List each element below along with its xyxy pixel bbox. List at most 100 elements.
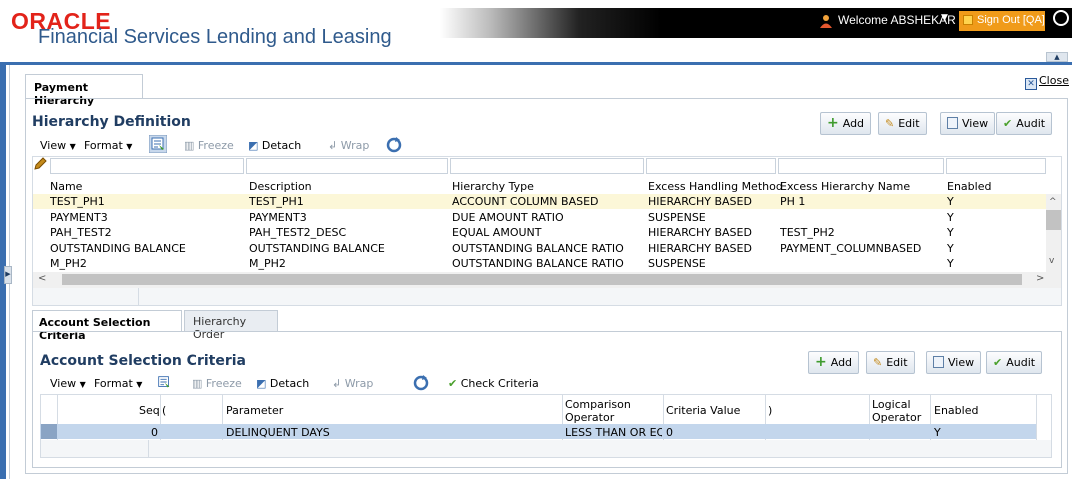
cell-enabled[interactable]: Y <box>947 211 1045 224</box>
row-selector[interactable] <box>41 424 57 439</box>
tab-hierarchy-order[interactable]: Hierarchy Order <box>184 310 278 341</box>
criteria-freeze-button[interactable]: ▥ Freeze <box>192 377 242 390</box>
cell-excess-hierarchy[interactable]: PH 1 <box>780 195 946 208</box>
sign-out-button[interactable]: Sign Out [QA] <box>959 11 1045 31</box>
column-header-excess-handling[interactable]: Excess Handling Method <box>648 180 783 193</box>
close-button[interactable]: ✕ Close <box>1025 74 1069 90</box>
scroll-left-icon[interactable]: < <box>38 273 46 284</box>
pencil-icon <box>34 157 47 170</box>
column-header-open-paren[interactable]: ( <box>162 404 166 417</box>
column-header-enabled[interactable]: Enabled <box>947 180 991 193</box>
cell-parameter[interactable]: DELINQUENT DAYS <box>226 426 560 439</box>
refresh-icon[interactable] <box>412 374 430 392</box>
refresh-icon[interactable] <box>385 136 403 154</box>
user-icon <box>820 15 832 28</box>
cell-enabled[interactable]: Y <box>947 195 1045 208</box>
cell-excess-handling[interactable]: HIERARCHY BASED <box>648 195 778 208</box>
criteria-add-button[interactable]: + Add <box>808 351 860 374</box>
column-divider <box>1036 395 1037 440</box>
vertical-scroll-thumb[interactable] <box>1046 210 1061 230</box>
tab-account-selection-criteria[interactable]: Account Selection Criteria <box>32 310 182 342</box>
cell-excess-handling[interactable]: SUSPENSE <box>648 257 778 270</box>
column-header-excess-hierarchy[interactable]: Excess Hierarchy Name <box>780 180 910 193</box>
column-header-comparison-operator[interactable]: Comparison Operator <box>565 398 661 424</box>
add-button[interactable]: + Add <box>820 112 872 135</box>
cell-name[interactable]: OUTSTANDING BALANCE <box>50 242 246 255</box>
column-header-logical-operator[interactable]: Logical Operator <box>872 398 928 424</box>
column-header-seq[interactable]: Seq <box>139 404 160 417</box>
cell-name[interactable]: PAH_TEST2 <box>50 226 246 239</box>
horizontal-scroll-thumb[interactable] <box>62 274 1022 285</box>
cell-excess-handling[interactable]: SUSPENSE <box>648 211 778 224</box>
column-header-description[interactable]: Description <box>249 180 312 193</box>
cell-enabled[interactable]: Y <box>947 226 1045 239</box>
welcome-user-menu[interactable]: Welcome ABSHEKAR <box>838 13 956 27</box>
cell-name[interactable]: M_PH2 <box>50 257 246 270</box>
cell-enabled[interactable]: Y <box>947 242 1045 255</box>
cell-excess-handling[interactable]: HIERARCHY BASED <box>648 226 778 239</box>
view-menu[interactable]: View ▼ <box>40 139 76 152</box>
expand-panel-handle[interactable]: ▶ <box>4 266 12 284</box>
cell-description[interactable]: TEST_PH1 <box>249 195 449 208</box>
cell-description[interactable]: PAH_TEST2_DESC <box>249 226 449 239</box>
criteria-audit-button[interactable]: ✔ Audit <box>986 351 1043 374</box>
add-icon: + <box>815 354 827 370</box>
cell-excess-hierarchy[interactable]: PAYMENT_COLUMNBASED <box>780 242 946 255</box>
column-header-close-paren[interactable]: ) <box>768 404 772 417</box>
checkmark-icon: ✔ <box>1003 117 1013 130</box>
cell-hierarchy-type[interactable]: ACCOUNT COLUMN BASED <box>452 195 646 208</box>
format-menu[interactable]: Format ▼ <box>84 139 132 152</box>
column-header-parameter[interactable]: Parameter <box>226 404 283 417</box>
audit-button[interactable]: ✔ Audit <box>996 112 1053 135</box>
cell-hierarchy-type[interactable]: OUTSTANDING BALANCE RATIO <box>452 242 646 255</box>
cell-hierarchy-type[interactable]: EQUAL AMOUNT <box>452 226 646 239</box>
cell-seq[interactable]: 0 <box>60 426 158 439</box>
cell-description[interactable]: PAYMENT3 <box>249 211 449 224</box>
detach-label: Detach <box>269 377 310 390</box>
cell-hierarchy-type[interactable]: DUE AMOUNT RATIO <box>452 211 646 224</box>
filter-enabled[interactable] <box>946 158 1046 174</box>
filter-description[interactable] <box>246 158 448 174</box>
cell-description[interactable]: M_PH2 <box>249 257 449 270</box>
wrap-icon: ↲ <box>332 377 342 390</box>
criteria-format-menu[interactable]: Format ▼ <box>94 377 142 390</box>
scroll-down-icon[interactable]: v <box>1049 256 1054 266</box>
column-header-criteria-value[interactable]: Criteria Value <box>666 404 740 417</box>
criteria-detach-button[interactable]: ◩ Detach <box>256 377 309 390</box>
check-criteria-button[interactable]: ✔ Check Criteria <box>448 377 539 390</box>
scroll-up-icon[interactable]: ^ <box>1049 197 1057 207</box>
filter-name[interactable] <box>50 158 244 174</box>
view-button[interactable]: View <box>940 112 996 135</box>
cell-excess-handling[interactable]: HIERARCHY BASED <box>648 242 778 255</box>
criteria-edit-button[interactable]: ✎ Edit <box>866 351 915 374</box>
filter-excess-hierarchy[interactable] <box>778 158 944 174</box>
cell-excess-hierarchy[interactable]: TEST_PH2 <box>780 226 946 239</box>
query-by-example-icon[interactable] <box>149 135 167 153</box>
edit-button[interactable]: ✎ Edit <box>878 112 927 135</box>
detach-button[interactable]: ◩ Detach <box>248 139 301 152</box>
wrap-label: Wrap <box>344 377 374 390</box>
cell-criteria-value[interactable]: 0 <box>666 426 762 439</box>
filter-hierarchy-type[interactable] <box>450 158 644 174</box>
wrap-button[interactable]: ↲ Wrap <box>328 139 369 152</box>
cell-comparison-operator[interactable]: LESS THAN OR EQ... <box>565 426 662 439</box>
scroll-right-icon[interactable]: > <box>1036 273 1044 284</box>
column-header-hierarchy-type[interactable]: Hierarchy Type <box>452 180 534 193</box>
column-header-enabled[interactable]: Enabled <box>934 404 978 417</box>
query-by-example-icon[interactable] <box>156 374 172 390</box>
criteria-view-button[interactable]: View <box>926 351 982 374</box>
chevron-down-icon[interactable]: ▼ <box>941 13 948 23</box>
cell-enabled[interactable]: Y <box>934 426 1034 439</box>
cell-name[interactable]: PAYMENT3 <box>50 211 246 224</box>
filter-excess-handling[interactable] <box>646 158 776 174</box>
criteria-view-menu[interactable]: View ▼ <box>50 377 86 390</box>
cell-name[interactable]: TEST_PH1 <box>50 195 246 208</box>
criteria-wrap-button[interactable]: ↲ Wrap <box>332 377 373 390</box>
tab-payment-hierarchy[interactable]: Payment Hierarchy <box>25 74 143 107</box>
cell-enabled[interactable]: Y <box>947 257 1045 270</box>
cell-hierarchy-type[interactable]: OUTSTANDING BALANCE RATIO <box>452 257 646 270</box>
cell-description[interactable]: OUTSTANDING BALANCE <box>249 242 449 255</box>
collapse-header-icon[interactable]: ▲ <box>1046 52 1068 62</box>
freeze-button[interactable]: ▥ Freeze <box>184 139 234 152</box>
column-header-name[interactable]: Name <box>50 180 82 193</box>
